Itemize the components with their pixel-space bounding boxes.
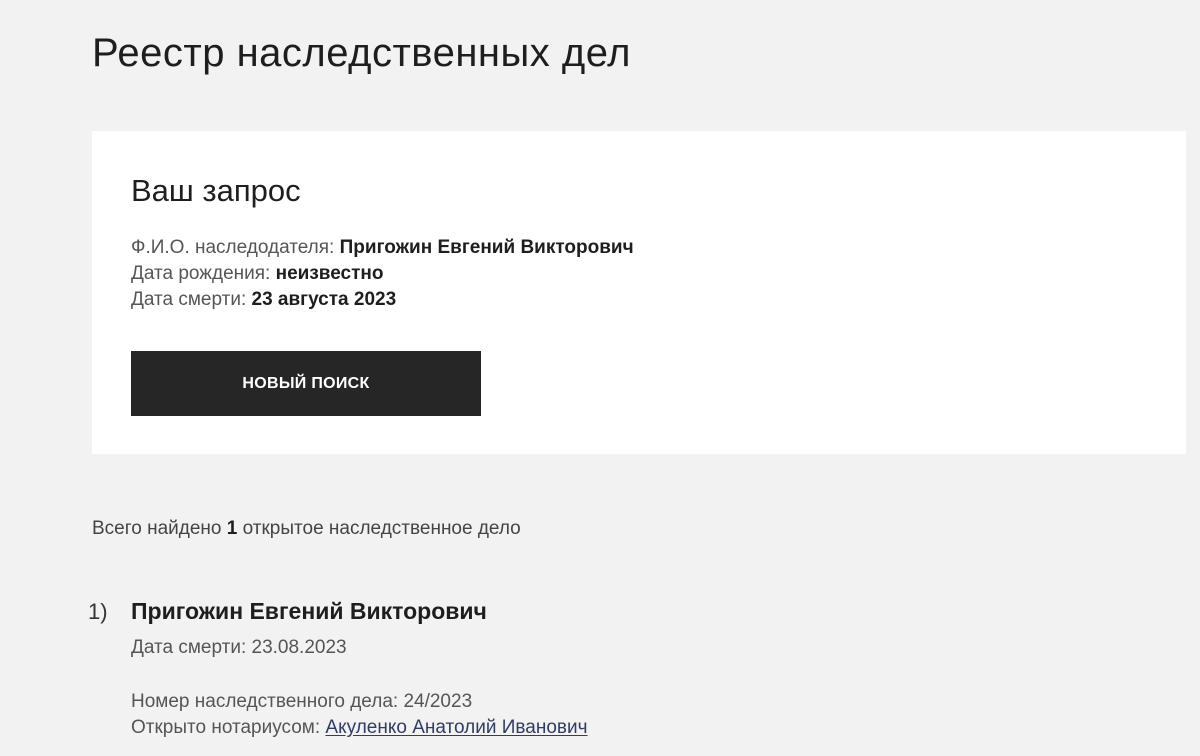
result-number: 1) [88, 599, 108, 624]
request-card: Ваш запрос Ф.И.О. наследодателя: Пригожи… [92, 131, 1186, 454]
request-details: Ф.И.О. наследодателя: Пригожин Евгений В… [131, 235, 634, 313]
death-date-value: 23 августа 2023 [251, 289, 397, 310]
result-notary-line: Открыто нотариусом: Акуленко Анатолий Ив… [131, 715, 588, 741]
result-death-label: Дата смерти: [131, 637, 247, 658]
birth-date-line: Дата рождения: неизвестно [131, 261, 634, 287]
request-heading: Ваш запрос [131, 173, 301, 208]
summary-count: 1 [226, 518, 238, 539]
result-case-number-line: Номер наследственного дела: 24/2023 [131, 689, 472, 715]
summary-suffix: открытое наследственное дело [242, 518, 521, 539]
birth-date-label: Дата рождения: [131, 263, 271, 284]
result-death-value: 23.08.2023 [251, 637, 347, 658]
results-summary: Всего найдено 1 открытое наследственное … [92, 516, 521, 542]
birth-date-value: неизвестно [275, 263, 384, 284]
result-case-value: 24/2023 [403, 691, 473, 712]
fio-value: Пригожин Евгений Викторович [339, 237, 634, 258]
result-case-label: Номер наследственного дела: [131, 691, 399, 712]
result-name: Пригожин Евгений Викторович [131, 598, 487, 624]
new-search-button[interactable]: НОВЫЙ ПОИСК [131, 351, 481, 416]
death-date-line: Дата смерти: 23 августа 2023 [131, 287, 634, 313]
result-notary-label: Открыто нотариусом: [131, 717, 321, 738]
fio-line: Ф.И.О. наследодателя: Пригожин Евгений В… [131, 235, 634, 261]
fio-label: Ф.И.О. наследодателя: [131, 237, 335, 258]
death-date-label: Дата смерти: [131, 289, 247, 310]
page-title: Реестр наследственных дел [92, 31, 631, 75]
result-death-date-line: Дата смерти: 23.08.2023 [131, 635, 347, 661]
summary-prefix: Всего найдено [92, 518, 222, 539]
notary-link[interactable]: Акуленко Анатолий Иванович [325, 717, 587, 738]
